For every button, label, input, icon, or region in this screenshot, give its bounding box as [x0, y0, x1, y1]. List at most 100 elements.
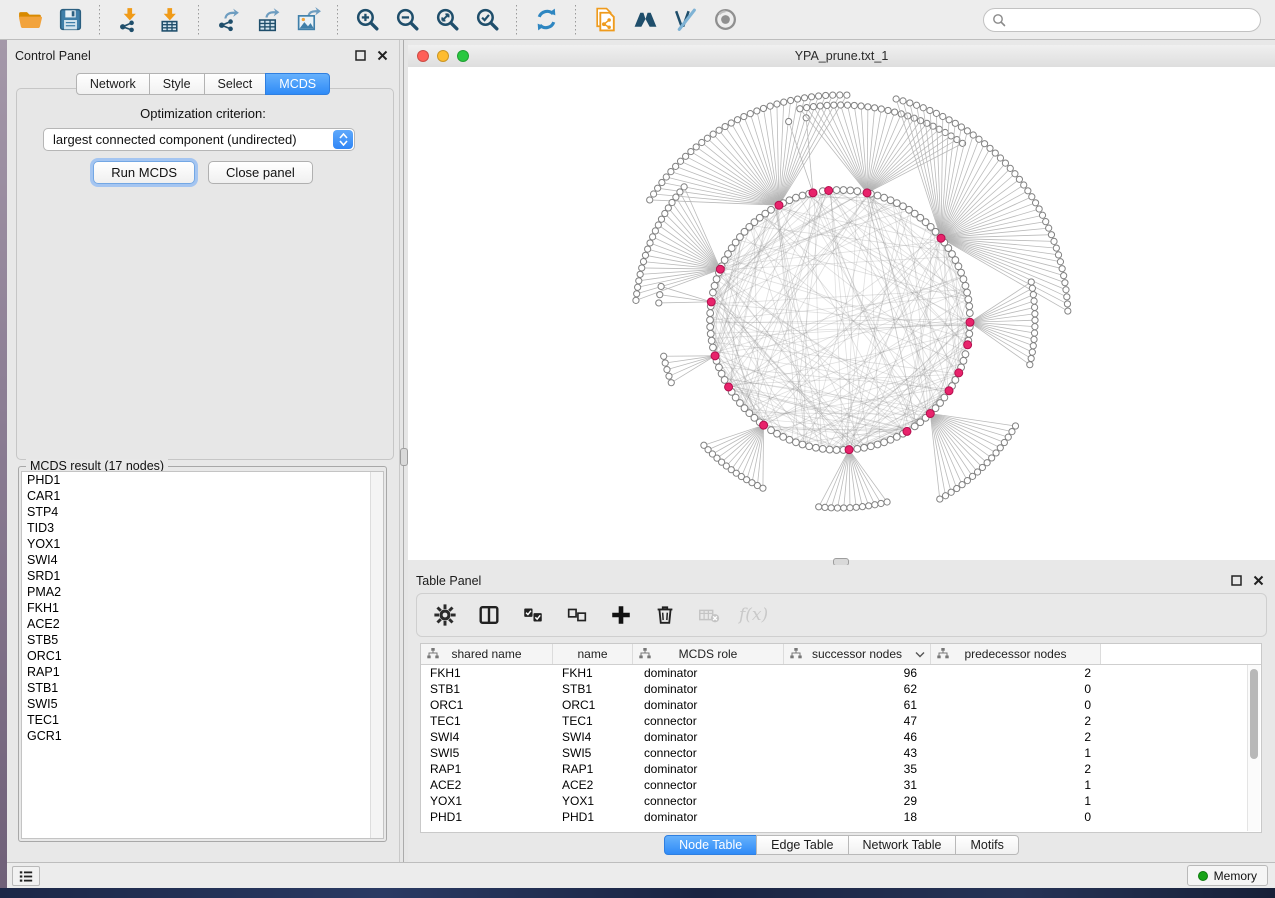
mcds-result-item[interactable]: STB5 — [22, 632, 383, 648]
unselect-all-button[interactable] — [563, 601, 591, 629]
table-row[interactable]: ACE2ACE2connector311 — [421, 777, 1261, 793]
table-row[interactable]: TEC1TEC1connector472 — [421, 713, 1261, 729]
zoom-out-button[interactable] — [392, 5, 422, 35]
export-network-button[interactable] — [213, 5, 243, 35]
criterion-dropdown[interactable]: largest connected component (undirected) — [43, 128, 355, 151]
table-cell[interactable]: dominator — [633, 761, 784, 777]
close-table-panel-button[interactable] — [1252, 574, 1265, 587]
table-cell[interactable]: 29 — [784, 793, 931, 809]
table-cell[interactable]: 1 — [931, 793, 1101, 809]
table-cell[interactable]: FKH1 — [553, 665, 633, 681]
export-image-button[interactable] — [293, 5, 323, 35]
table-cell[interactable]: RAP1 — [421, 761, 553, 777]
open-file-button[interactable] — [15, 5, 45, 35]
table-row[interactable]: SWI5SWI5connector431 — [421, 745, 1261, 761]
mcds-result-item[interactable]: ACE2 — [22, 616, 383, 632]
table-cell[interactable]: 31 — [784, 777, 931, 793]
save-session-button[interactable] — [55, 5, 85, 35]
first-neighbors-button[interactable] — [630, 5, 660, 35]
zoom-selected-button[interactable] — [472, 5, 502, 35]
table-cell[interactable]: SWI5 — [553, 745, 633, 761]
table-mode-gear-button[interactable] — [431, 601, 459, 629]
table-cell[interactable]: 0 — [931, 809, 1101, 825]
run-mcds-button[interactable]: Run MCDS — [93, 161, 195, 184]
table-cell[interactable]: 1 — [931, 777, 1101, 793]
table-cell[interactable]: connector — [633, 777, 784, 793]
delete-columns-button[interactable] — [651, 601, 679, 629]
table-cell[interactable]: SWI4 — [553, 729, 633, 745]
mcds-result-item[interactable]: YOX1 — [22, 536, 383, 552]
memory-button[interactable]: Memory — [1187, 865, 1268, 886]
close-panel-action-button[interactable]: Close panel — [208, 161, 313, 184]
table-cell[interactable]: STB1 — [553, 681, 633, 697]
mcds-result-item[interactable]: RAP1 — [22, 664, 383, 680]
table-cell[interactable]: 62 — [784, 681, 931, 697]
mcds-result-item[interactable]: PHD1 — [22, 472, 383, 488]
network-canvas[interactable] — [408, 67, 1275, 560]
table-cell[interactable]: dominator — [633, 809, 784, 825]
mcds-result-list[interactable]: PHD1CAR1STP4TID3YOX1SWI4SRD1PMA2FKH1ACE2… — [21, 471, 384, 839]
float-table-panel-button[interactable] — [1230, 574, 1243, 587]
mcds-result-item[interactable]: SWI5 — [22, 696, 383, 712]
table-cell[interactable]: connector — [633, 745, 784, 761]
table-cell[interactable]: 47 — [784, 713, 931, 729]
mcds-result-item[interactable]: TEC1 — [22, 712, 383, 728]
mcds-result-item[interactable]: FKH1 — [22, 600, 383, 616]
mcds-result-item[interactable]: SRD1 — [22, 568, 383, 584]
table-cell[interactable]: FKH1 — [421, 665, 553, 681]
table-cell[interactable]: 0 — [931, 681, 1101, 697]
mcds-result-item[interactable]: STB1 — [22, 680, 383, 696]
table-cell[interactable]: dominator — [633, 681, 784, 697]
table-cell[interactable]: SWI5 — [421, 745, 553, 761]
table-cell[interactable]: RAP1 — [553, 761, 633, 777]
float-panel-button[interactable] — [354, 49, 367, 62]
table-row[interactable]: FKH1FKH1dominator962 — [421, 665, 1261, 681]
vertical-splitter[interactable] — [400, 40, 408, 862]
table-scrollbar-thumb[interactable] — [1250, 669, 1258, 759]
select-all-button[interactable] — [519, 601, 547, 629]
close-panel-button[interactable] — [376, 49, 389, 62]
table-cell[interactable]: 2 — [931, 761, 1101, 777]
mcds-result-item[interactable]: GCR1 — [22, 728, 383, 744]
table-row[interactable]: RAP1RAP1dominator352 — [421, 761, 1261, 777]
table-row[interactable]: SWI4SWI4dominator462 — [421, 729, 1261, 745]
tab-motifs[interactable]: Motifs — [955, 835, 1018, 855]
table-cell[interactable]: 96 — [784, 665, 931, 681]
table-cell[interactable]: ORC1 — [553, 697, 633, 713]
column-header-shared-name[interactable]: shared name — [421, 644, 553, 664]
export-table-button[interactable] — [253, 5, 283, 35]
table-cell[interactable]: TEC1 — [553, 713, 633, 729]
tab-network[interactable]: Network — [76, 73, 150, 95]
table-cell[interactable]: 35 — [784, 761, 931, 777]
table-cell[interactable]: connector — [633, 793, 784, 809]
table-row[interactable]: STB1STB1dominator620 — [421, 681, 1261, 697]
table-cell[interactable]: 0 — [931, 697, 1101, 713]
table-cell[interactable]: PHD1 — [421, 809, 553, 825]
zoom-fit-button[interactable] — [432, 5, 462, 35]
clone-network-button[interactable] — [590, 5, 620, 35]
table-cell[interactable]: dominator — [633, 697, 784, 713]
table-cell[interactable]: connector — [633, 713, 784, 729]
import-table-button[interactable] — [154, 5, 184, 35]
table-row[interactable]: YOX1YOX1connector291 — [421, 793, 1261, 809]
table-cell[interactable]: ACE2 — [553, 777, 633, 793]
show-columns-button[interactable] — [475, 601, 503, 629]
tab-edge-table[interactable]: Edge Table — [756, 835, 848, 855]
column-header-name[interactable]: name — [553, 644, 633, 664]
mcds-result-item[interactable]: STP4 — [22, 504, 383, 520]
task-history-button[interactable] — [12, 866, 40, 886]
table-scrollbar-track[interactable] — [1247, 665, 1260, 831]
vizmapper-button[interactable] — [670, 5, 700, 35]
table-cell[interactable]: TEC1 — [421, 713, 553, 729]
tab-mcds[interactable]: MCDS — [265, 73, 330, 95]
table-cell[interactable]: PHD1 — [553, 809, 633, 825]
table-cell[interactable]: 18 — [784, 809, 931, 825]
table-cell[interactable]: 2 — [931, 713, 1101, 729]
mcds-result-item[interactable]: ORC1 — [22, 648, 383, 664]
zoom-in-button[interactable] — [352, 5, 382, 35]
mcds-result-item[interactable]: CAR1 — [22, 488, 383, 504]
table-cell[interactable]: 2 — [931, 729, 1101, 745]
table-cell[interactable]: 61 — [784, 697, 931, 713]
column-header-successor-nodes[interactable]: successor nodes — [784, 644, 931, 664]
list-scrollbar-track[interactable] — [370, 472, 383, 838]
